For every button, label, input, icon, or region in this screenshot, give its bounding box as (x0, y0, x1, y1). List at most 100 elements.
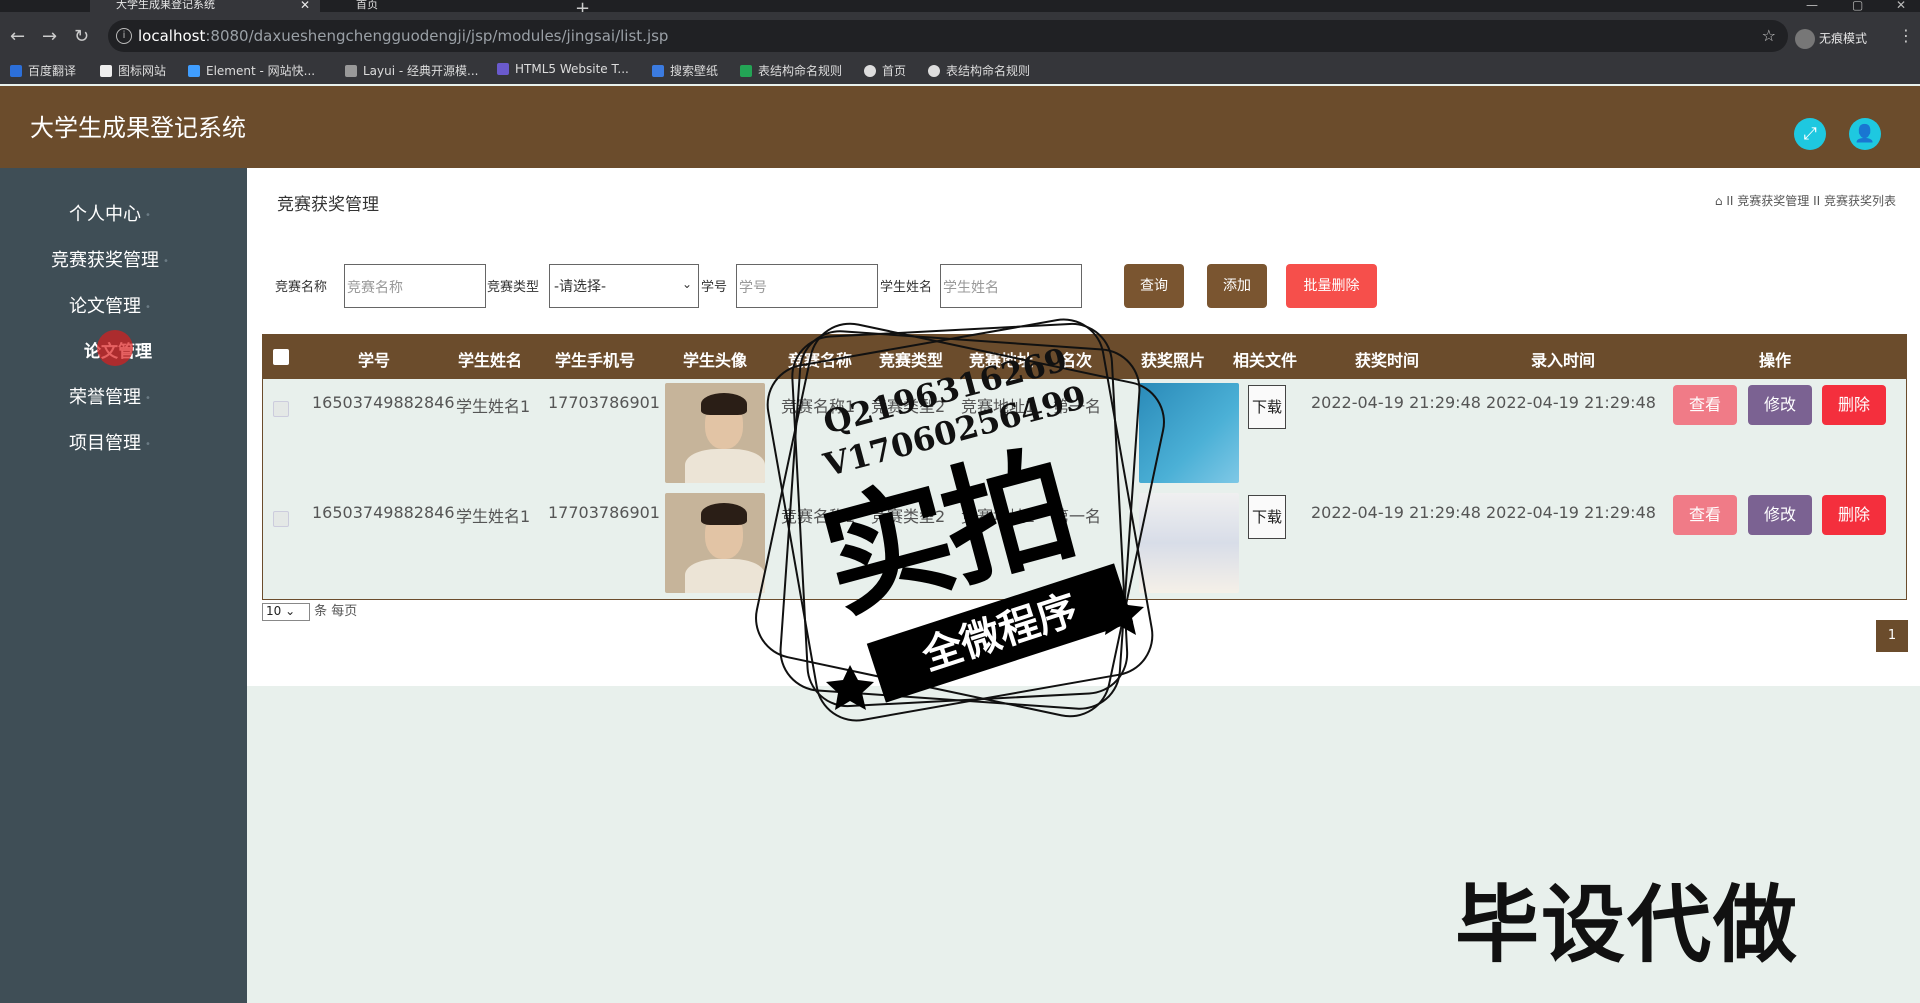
close-window-icon[interactable]: ✕ (1896, 0, 1906, 12)
bookmark-item[interactable]: 搜索壁纸 (652, 62, 718, 79)
bookmark-item[interactable]: 表结构命名规则 (928, 62, 1030, 79)
info-icon[interactable]: i (116, 28, 132, 44)
col-comp-name: 竞赛名称 (788, 351, 853, 370)
translate-icon (10, 65, 22, 77)
tab-close-icon[interactable]: ✕ (300, 0, 310, 11)
col-rank: 名次 (1060, 351, 1093, 370)
edit-button[interactable]: 修改 (1748, 495, 1812, 535)
sidebar-item-project[interactable]: 项目管理 • (0, 429, 220, 455)
col-comp-type: 竞赛类型 (879, 351, 944, 370)
col-avatar: 学生头像 (683, 351, 748, 370)
sidebar-item-competition[interactable]: 竞赛获奖管理 • (0, 246, 220, 272)
cell-student-name: 学生姓名1 (456, 397, 531, 416)
browser-tab-home[interactable]: 首页 (330, 0, 550, 12)
bookmark-item[interactable]: HTML5 Website T... (497, 62, 629, 76)
page-number-button[interactable]: 1 (1876, 620, 1908, 652)
dot-icon: • (145, 209, 151, 221)
comp-name-input[interactable]: 竞赛名称 (344, 264, 486, 308)
minimize-icon[interactable]: — (1806, 0, 1818, 12)
sidebar-item-honor[interactable]: 荣誉管理 • (0, 383, 220, 409)
fullscreen-icon[interactable]: ⤢ (1794, 118, 1826, 150)
maximize-icon[interactable]: ▢ (1852, 0, 1863, 12)
browser-tab-bar: 大学生成果登记系统 ✕ 首页 + — ▢ ✕ (0, 0, 1920, 19)
view-button[interactable]: 查看 (1673, 385, 1737, 425)
user-icon[interactable]: 👤 (1849, 118, 1881, 150)
student-avatar-image (665, 383, 765, 483)
dot-icon: • (145, 301, 151, 313)
edit-button[interactable]: 修改 (1748, 385, 1812, 425)
sidebar-item-personal[interactable]: 个人中心 • (0, 200, 220, 226)
cell-award-time: 2022-04-19 21:29:48 (1311, 503, 1481, 522)
page-size-select[interactable]: 10 ⌄ (262, 602, 310, 621)
student-name-input[interactable]: 学生姓名 (940, 264, 1082, 308)
bookmarks-bar: 百度翻译 图标网站 Element - 网站快... Layui - 经典开源模… (0, 58, 1920, 84)
html5-icon (497, 63, 509, 75)
sidebar-item-label: 项目管理 (69, 433, 142, 454)
delete-button[interactable]: 删除 (1822, 495, 1886, 535)
dot-icon: • (145, 392, 151, 404)
bookmark-item[interactable]: 百度翻译 (10, 62, 76, 79)
cell-comp-name: 竞赛名称1 (781, 397, 856, 416)
add-button[interactable]: 添加 (1207, 264, 1267, 308)
col-file: 相关文件 (1233, 351, 1298, 370)
address-row: ← → ↻ i localhost:8080/daxueshengchenggu… (0, 12, 1920, 64)
download-button[interactable]: 下载 (1248, 495, 1286, 539)
cell-phone: 17703786901 (548, 393, 660, 412)
col-actions: 操作 (1759, 351, 1792, 370)
bookmark-item[interactable]: 表结构命名规则 (740, 62, 842, 79)
breadcrumb: ⌂ II 竞赛获奖管理 II 竞赛获奖列表 (1715, 192, 1896, 209)
bookmark-label: 首页 (882, 64, 907, 78)
cell-comp-type: 竞赛类型2 (871, 397, 946, 416)
url-host: localhost (138, 27, 206, 45)
student-avatar-image (665, 493, 765, 593)
query-button[interactable]: 查询 (1124, 264, 1184, 308)
comp-name-label: 竞赛名称 (275, 280, 328, 295)
back-icon[interactable]: ← (10, 26, 25, 47)
table-row: 16503749882846 学生姓名1 17703786901 竞赛名称1 竞… (263, 379, 1906, 489)
watermark-corner: 毕设代做 (1455, 876, 1800, 974)
batch-delete-button[interactable]: 批量删除 (1286, 264, 1377, 308)
bookmark-label: 百度翻译 (28, 64, 77, 78)
incognito-indicator[interactable]: 无痕模式 (1795, 29, 1867, 49)
bookmark-label: Layui - 经典开源模... (363, 64, 479, 78)
mouse-cursor-highlight (97, 330, 133, 366)
bookmark-item[interactable]: Layui - 经典开源模... (345, 62, 478, 79)
dot-icon: • (163, 255, 169, 267)
address-bar[interactable]: i localhost:8080/daxueshengchengguodengj… (108, 20, 1788, 52)
student-no-input[interactable]: 学号 (736, 264, 878, 308)
breadcrumb-level1[interactable]: 竞赛获奖管理 (1737, 194, 1809, 208)
browser-menu-icon[interactable]: ⋮ (1898, 26, 1914, 45)
bookmark-item[interactable]: 首页 (864, 62, 906, 79)
url-path: :8080/daxueshengchengguodengji/jsp/modul… (205, 27, 669, 45)
breadcrumb-sep: II (1726, 194, 1734, 208)
tab-title: 首页 (356, 0, 378, 11)
app-header: 大学生成果登记系统 ⤢ 👤 (0, 86, 1920, 168)
col-student-no: 学号 (358, 351, 391, 370)
view-button[interactable]: 查看 (1673, 495, 1737, 535)
student-name-label: 学生姓名 (880, 280, 933, 295)
bookmark-item[interactable]: 图标网站 (100, 62, 166, 79)
col-comp-addr: 竞赛地址 (969, 351, 1034, 370)
bookmark-item[interactable]: Element - 网站快... (188, 62, 315, 79)
comp-type-select[interactable]: -请选择- ⌄ (549, 264, 699, 308)
row-checkbox[interactable] (273, 401, 289, 417)
bookmark-star-icon[interactable]: ☆ (1762, 20, 1776, 52)
cell-entry-time: 2022-04-19 21:29:48 (1486, 393, 1656, 412)
download-button[interactable]: 下载 (1248, 385, 1286, 429)
page-title: 竞赛获奖管理 (277, 195, 379, 215)
browser-tab-active[interactable]: 大学生成果登记系统 ✕ (90, 0, 320, 12)
table-header: 学号 学生姓名 学生手机号 学生头像 竞赛名称 竞赛类型 竞赛地址 名次 获奖照… (263, 335, 1906, 379)
per-page-label: 条 每页 (314, 604, 358, 619)
home-icon[interactable]: ⌂ (1715, 194, 1723, 208)
cell-comp-addr: 竞赛地址1 (961, 507, 1036, 526)
row-checkbox[interactable] (273, 511, 289, 527)
sidebar-item-label: 竞赛获奖管理 (51, 250, 160, 271)
delete-button[interactable]: 删除 (1822, 385, 1886, 425)
bookmark-label: 表结构命名规则 (758, 64, 843, 78)
cell-entry-time: 2022-04-19 21:29:48 (1486, 503, 1656, 522)
select-all-checkbox[interactable] (273, 349, 289, 365)
forward-icon[interactable]: → (42, 26, 57, 47)
award-photo-image (1139, 383, 1239, 483)
reload-icon[interactable]: ↻ (74, 26, 89, 47)
sidebar-item-paper[interactable]: 论文管理 • (0, 292, 220, 318)
